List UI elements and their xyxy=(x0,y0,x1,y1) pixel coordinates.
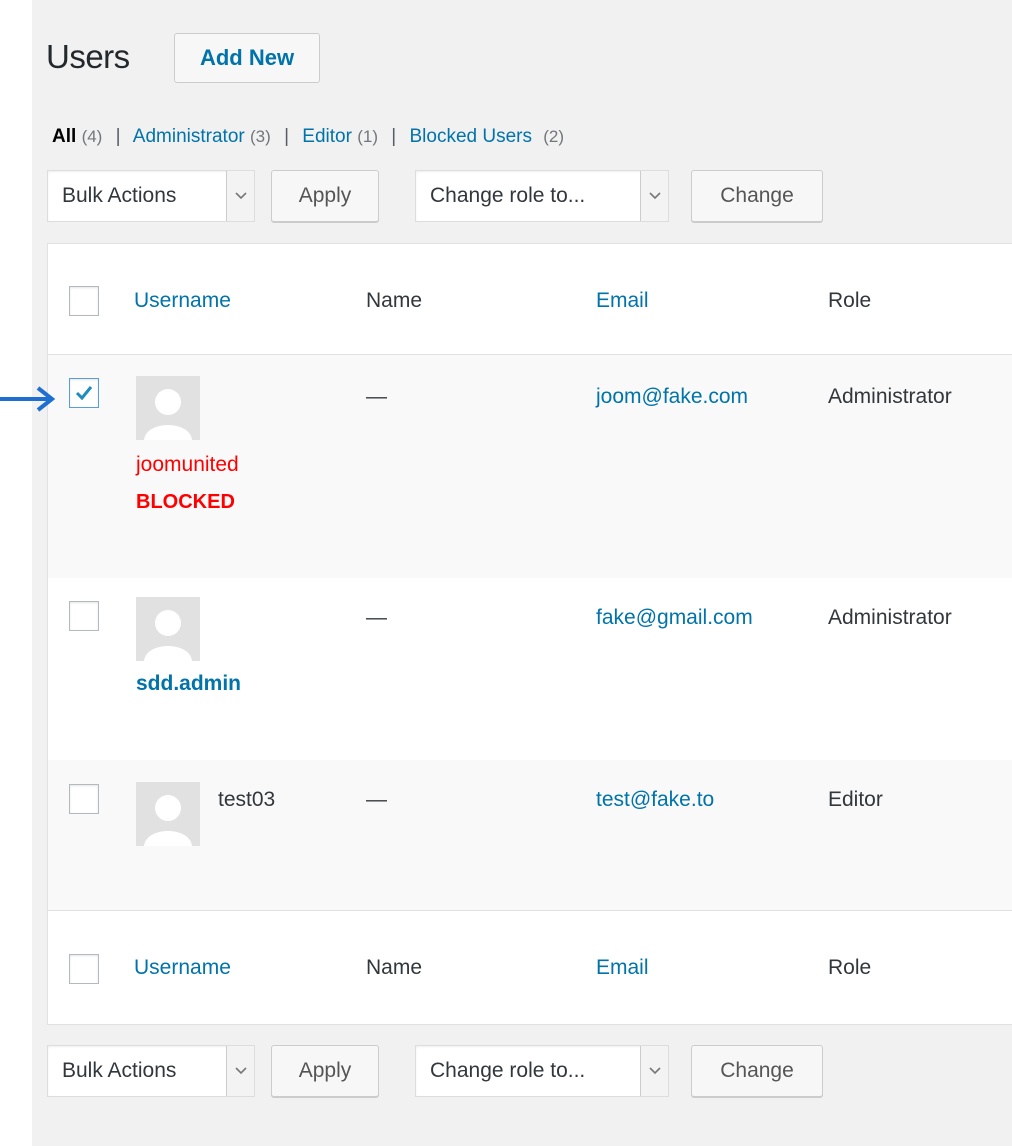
change-role-value: Change role to... xyxy=(430,1059,586,1082)
column-email-header[interactable]: Email xyxy=(596,289,649,313)
avatar xyxy=(136,376,200,440)
blocked-status-label: BLOCKED xyxy=(136,491,235,513)
username-text: test03 xyxy=(218,788,276,811)
column-role-footer: Role xyxy=(828,956,872,979)
bulk-actions-select[interactable]: Bulk Actions xyxy=(47,1045,255,1097)
filter-administrator-count: (3) xyxy=(250,127,271,146)
users-table: Username Name Email Role joomunited BLOC… xyxy=(47,243,1012,1025)
role-cell: Editor xyxy=(828,788,883,811)
checkmark-icon xyxy=(75,386,93,401)
change-role-value: Change role to... xyxy=(430,184,586,207)
filter-separator: | xyxy=(284,126,289,147)
table-header-row: Username Name Email Role xyxy=(48,244,1012,355)
default-avatar-icon xyxy=(136,782,200,846)
row-checkbox[interactable] xyxy=(69,601,99,631)
bulk-actions-value: Bulk Actions xyxy=(62,1059,177,1082)
page-title: Users xyxy=(46,38,130,75)
filter-administrator[interactable]: Administrator xyxy=(133,126,245,147)
filter-blocked-users[interactable]: Blocked Users xyxy=(409,126,532,147)
table-row: test03 — test@fake.to Editor xyxy=(48,760,1012,910)
tablenav-top: Bulk Actions Apply Change role to... Cha… xyxy=(47,170,837,223)
change-button[interactable]: Change xyxy=(691,170,823,222)
column-role-header: Role xyxy=(828,289,872,312)
change-role-select[interactable]: Change role to... xyxy=(415,170,669,222)
change-role-select[interactable]: Change role to... xyxy=(415,1045,669,1097)
filter-separator: | xyxy=(115,126,121,147)
filter-editor[interactable]: Editor xyxy=(302,126,352,147)
filter-editor-count: (1) xyxy=(357,127,378,146)
role-cell: Administrator xyxy=(828,385,952,408)
username-link[interactable]: sdd.admin xyxy=(136,672,241,696)
user-filter-links: All (4) | Administrator (3) | Editor (1)… xyxy=(52,126,564,148)
name-cell: — xyxy=(366,788,387,811)
change-button[interactable]: Change xyxy=(691,1045,823,1097)
filter-all-count: (4) xyxy=(81,127,103,146)
select-all-checkbox[interactable] xyxy=(69,286,99,316)
chevron-down-icon xyxy=(226,171,254,221)
annotation-arrow-icon xyxy=(0,386,56,412)
filter-all[interactable]: All xyxy=(52,126,76,147)
name-cell: — xyxy=(366,606,387,629)
default-avatar-icon xyxy=(136,376,200,440)
table-row: sdd.admin — fake@gmail.com Administrator xyxy=(48,578,1012,760)
table-footer-row: Username Name Email Role xyxy=(48,910,1012,1025)
bulk-actions-value: Bulk Actions xyxy=(62,184,177,207)
email-link[interactable]: joom@fake.com xyxy=(596,385,748,409)
avatar xyxy=(136,597,200,661)
name-cell: — xyxy=(366,385,387,408)
column-username-footer[interactable]: Username xyxy=(134,956,231,980)
chevron-down-icon xyxy=(226,1046,254,1096)
bulk-actions-select[interactable]: Bulk Actions xyxy=(47,170,255,222)
tablenav-bottom: Bulk Actions Apply Change role to... Cha… xyxy=(47,1045,837,1098)
column-name-footer: Name xyxy=(366,956,423,979)
column-name-header: Name xyxy=(366,289,423,312)
chevron-down-icon xyxy=(640,171,668,221)
row-checkbox[interactable] xyxy=(69,784,99,814)
row-checkbox[interactable] xyxy=(69,378,99,408)
add-new-button[interactable]: Add New xyxy=(174,33,320,83)
table-row: joomunited BLOCKED — joom@fake.com Admin… xyxy=(48,355,1012,578)
email-link[interactable]: fake@gmail.com xyxy=(596,606,753,630)
select-all-checkbox[interactable] xyxy=(69,954,99,984)
chevron-down-icon xyxy=(640,1046,668,1096)
avatar xyxy=(136,782,200,846)
filter-separator: | xyxy=(391,126,397,147)
default-avatar-icon xyxy=(136,597,200,661)
role-cell: Administrator xyxy=(828,606,952,629)
column-email-footer[interactable]: Email xyxy=(596,956,649,980)
filter-blocked-users-count: (2) xyxy=(543,127,565,146)
apply-button[interactable]: Apply xyxy=(271,1045,379,1097)
apply-button[interactable]: Apply xyxy=(271,170,379,222)
column-username-header[interactable]: Username xyxy=(134,289,231,313)
username-link[interactable]: joomunited xyxy=(136,453,239,477)
email-link[interactable]: test@fake.to xyxy=(596,788,714,812)
